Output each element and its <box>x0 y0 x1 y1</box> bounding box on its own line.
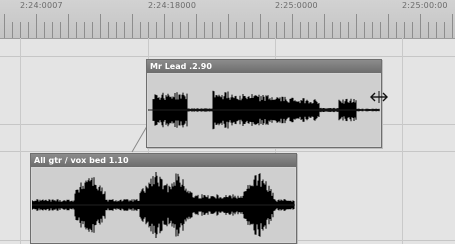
clip-lead[interactable]: Mr Lead .2.90 <box>146 59 382 148</box>
clip-waveform-area <box>148 74 380 146</box>
clip-title[interactable]: All gtr / vox bed 1.10 <box>31 154 296 167</box>
clip-waveform-area <box>32 168 295 242</box>
resize-horizontal-icon <box>370 91 388 103</box>
waveform <box>148 90 380 130</box>
trim-handle[interactable] <box>370 88 388 103</box>
clip-title[interactable]: Mr Lead .2.90 <box>147 60 381 73</box>
clip-bed[interactable]: All gtr / vox bed 1.10 <box>30 153 297 244</box>
arrange-window: 2:24:0007 2:24:18000 2:25:0000 2:25:00:0… <box>0 0 455 244</box>
waveform <box>32 172 295 238</box>
